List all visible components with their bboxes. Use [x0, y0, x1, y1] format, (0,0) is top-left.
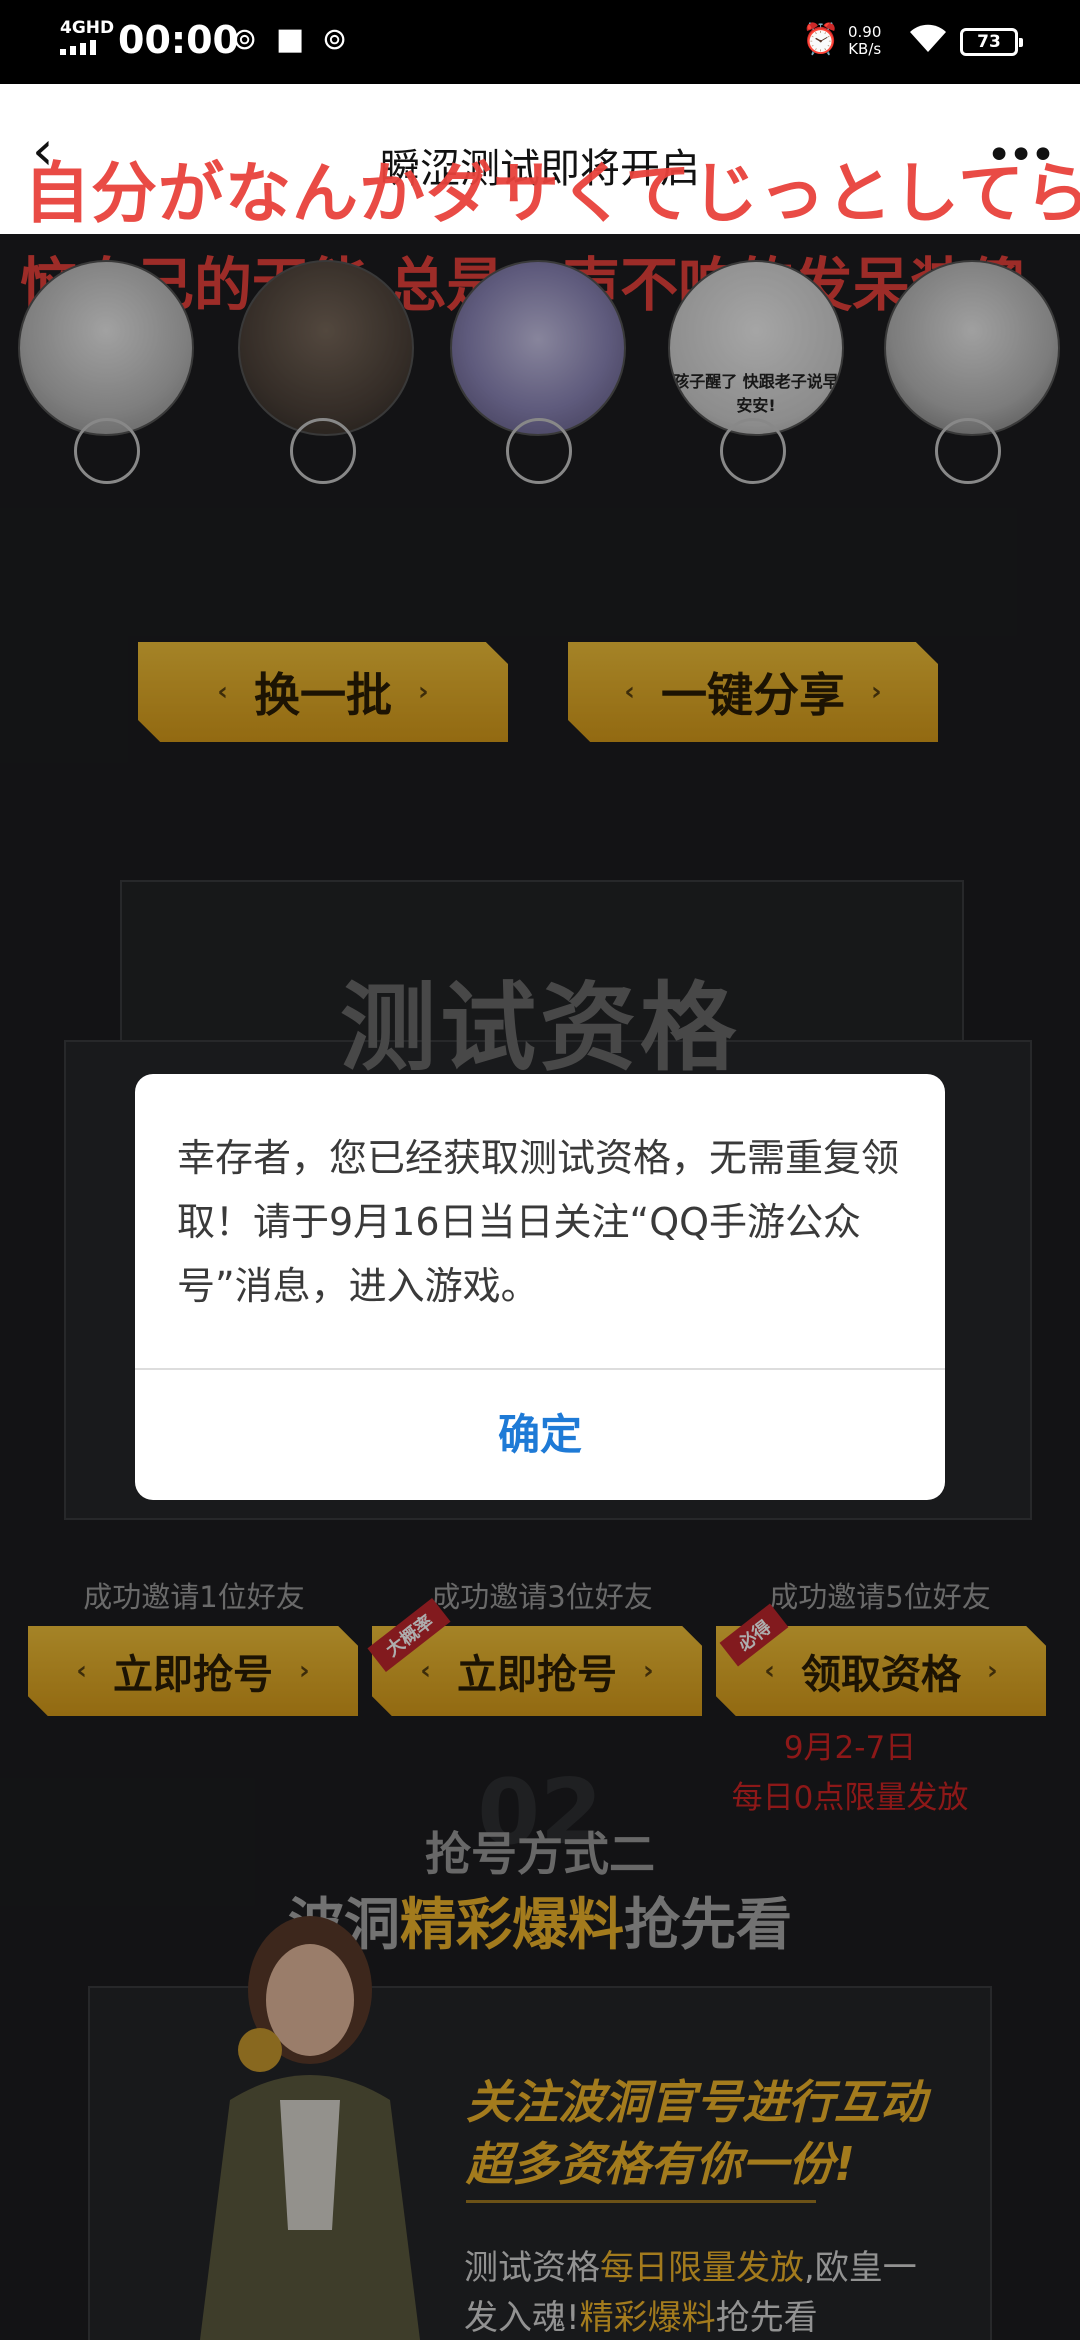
status-bar: 4GHD 00:00 ⊚ ■ ⊚ ⏰ 0.90 KB/s 73: [0, 0, 1080, 84]
alert-dialog: 幸存者，您已经获取测试资格，无需重复领取！请于9月16日当日关注“QQ手游公众号…: [135, 1074, 945, 1500]
net-speed: 0.90 KB/s: [848, 23, 882, 58]
battery-icon: 73: [960, 28, 1023, 56]
lyric-overlay-line1: 自分がなんかダサくてじっとしてら: [24, 155, 1080, 232]
network-type: 4GHD: [60, 18, 115, 38]
signal-icon: [60, 40, 96, 55]
wifi-icon: [908, 22, 948, 62]
video-icon: ■: [276, 22, 305, 57]
clock: 00:00: [118, 18, 239, 62]
page-header: ‹ 瞬涩测试即将开启 ••• 自分がなんかダサくてじっとしてら: [0, 84, 1080, 234]
alarm-icon: ⏰: [802, 22, 840, 57]
dialog-message: 幸存者，您已经获取测试资格，无需重复领取！请于9月16日当日关注“QQ手游公众号…: [177, 1136, 900, 1308]
confirm-button[interactable]: 确定: [135, 1370, 945, 1500]
sync-icon-2: ⊚: [322, 22, 348, 57]
sync-icon: ⊚: [232, 22, 258, 57]
